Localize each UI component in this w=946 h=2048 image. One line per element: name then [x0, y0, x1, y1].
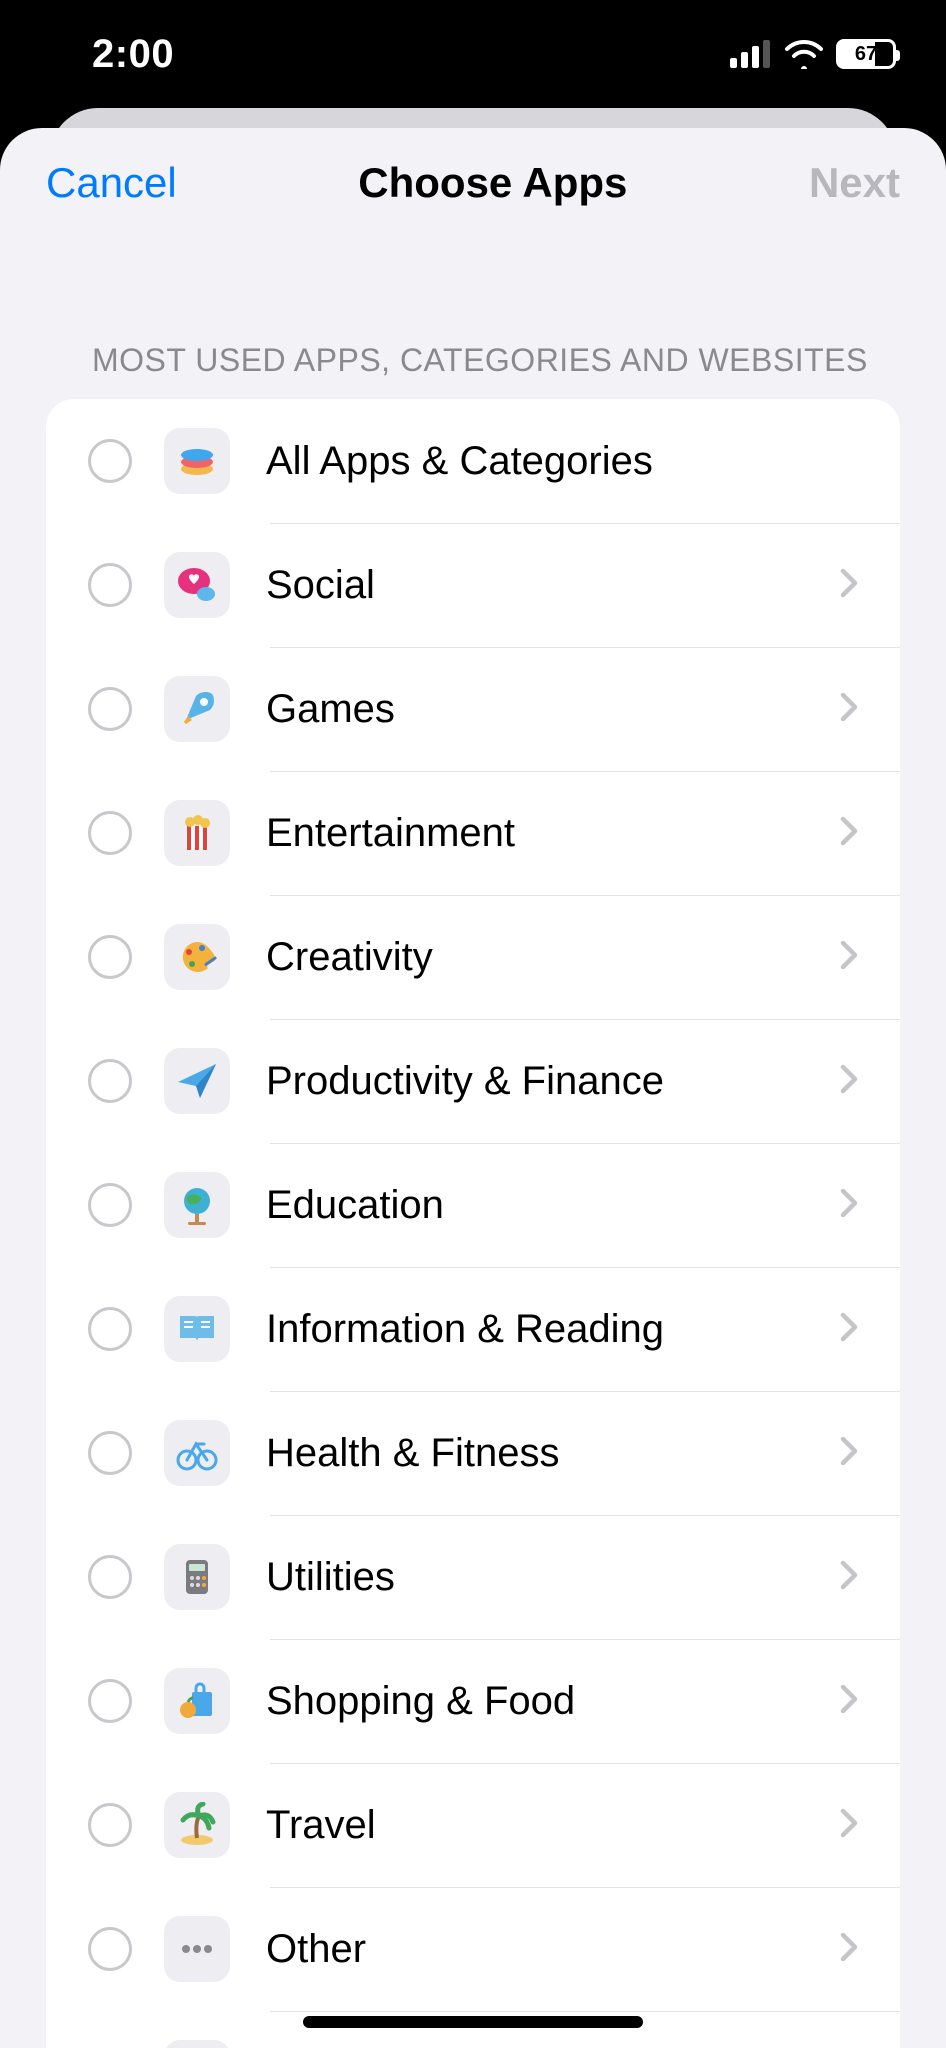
row-separator: [270, 1639, 900, 1640]
compass-icon: [164, 2040, 230, 2048]
category-row[interactable]: Productivity & Finance: [46, 1019, 900, 1143]
home-indicator[interactable]: [303, 2016, 643, 2028]
next-button[interactable]: Next: [809, 159, 900, 207]
stack-icon: [164, 428, 230, 494]
chat-heart-icon: [164, 552, 230, 618]
category-label: Information & Reading: [266, 1307, 840, 1352]
palette-icon: [164, 924, 230, 990]
select-radio[interactable]: [88, 1183, 132, 1227]
ellipsis-icon: [164, 1916, 230, 1982]
chevron-right-icon: [840, 1064, 858, 1099]
section-header: MOST USED APPS, CATEGORIES AND WEBSITES: [0, 238, 946, 399]
category-row[interactable]: Social: [46, 523, 900, 647]
category-label: Education: [266, 1183, 840, 1228]
modal-sheet: Cancel Choose Apps Next MOST USED APPS, …: [0, 128, 946, 2048]
nav-bar: Cancel Choose Apps Next: [0, 128, 946, 238]
category-label: Productivity & Finance: [266, 1059, 840, 1104]
wifi-icon: [784, 39, 824, 69]
row-separator: [270, 1019, 900, 1020]
status-right: 67: [730, 39, 896, 69]
chevron-right-icon: [840, 1684, 858, 1719]
category-label: Shopping & Food: [266, 1679, 840, 1724]
category-row[interactable]: All Apps & Categories: [46, 399, 900, 523]
row-separator: [270, 1515, 900, 1516]
category-row[interactable]: Games: [46, 647, 900, 771]
category-row[interactable]: Information & Reading: [46, 1267, 900, 1391]
category-list: All Apps & Categories Social Games Entertai…: [46, 399, 900, 2048]
book-icon: [164, 1296, 230, 1362]
chevron-right-icon: [840, 692, 858, 727]
category-row[interactable]: Other: [46, 1887, 900, 2011]
chevron-right-icon: [840, 1808, 858, 1843]
category-row[interactable]: Health & Fitness: [46, 1391, 900, 1515]
palm-icon: [164, 1792, 230, 1858]
category-label: Creativity: [266, 935, 840, 980]
select-radio[interactable]: [88, 687, 132, 731]
row-separator: [270, 2011, 900, 2012]
select-radio[interactable]: [88, 1431, 132, 1475]
chevron-right-icon: [840, 568, 858, 603]
row-separator: [270, 1267, 900, 1268]
chevron-right-icon: [840, 1188, 858, 1223]
chevron-right-icon: [840, 1312, 858, 1347]
row-separator: [270, 523, 900, 524]
row-separator: [270, 647, 900, 648]
chevron-right-icon: [840, 1932, 858, 1967]
row-separator: [270, 1763, 900, 1764]
chevron-right-icon: [840, 1560, 858, 1595]
status-bar: 2:00 67: [0, 0, 946, 108]
row-separator: [270, 1887, 900, 1888]
cellular-icon: [730, 40, 772, 68]
category-row[interactable]: Creativity: [46, 895, 900, 1019]
cancel-button[interactable]: Cancel: [46, 159, 177, 207]
bag-fruit-icon: [164, 1668, 230, 1734]
category-row[interactable]: Shopping & Food: [46, 1639, 900, 1763]
select-radio[interactable]: [88, 1307, 132, 1351]
category-row[interactable]: Travel: [46, 1763, 900, 1887]
select-radio[interactable]: [88, 1803, 132, 1847]
page-title: Choose Apps: [358, 159, 627, 207]
select-radio[interactable]: [88, 563, 132, 607]
chevron-right-icon: [840, 940, 858, 975]
category-label: Travel: [266, 1803, 840, 1848]
category-label: All Apps & Categories: [266, 439, 900, 484]
select-radio[interactable]: [88, 1927, 132, 1971]
select-radio[interactable]: [88, 1059, 132, 1103]
chevron-right-icon: [840, 816, 858, 851]
select-radio[interactable]: [88, 1679, 132, 1723]
category-label: Health & Fitness: [266, 1431, 840, 1476]
category-row[interactable]: Entertainment: [46, 771, 900, 895]
category-row[interactable]: Education: [46, 1143, 900, 1267]
rocket-icon: [164, 676, 230, 742]
category-label: Games: [266, 687, 840, 732]
category-label: Social: [266, 563, 840, 608]
row-separator: [270, 771, 900, 772]
row-separator: [270, 1391, 900, 1392]
select-radio[interactable]: [88, 935, 132, 979]
popcorn-icon: [164, 800, 230, 866]
globe-icon: [164, 1172, 230, 1238]
category-label: Utilities: [266, 1555, 840, 1600]
category-label: Entertainment: [266, 811, 840, 856]
calculator-icon: [164, 1544, 230, 1610]
paperplane-icon: [164, 1048, 230, 1114]
select-radio[interactable]: [88, 439, 132, 483]
category-row[interactable]: Utilities: [46, 1515, 900, 1639]
status-time: 2:00: [92, 32, 174, 77]
battery-icon: 67: [836, 39, 896, 69]
bicycle-icon: [164, 1420, 230, 1486]
select-radio[interactable]: [88, 811, 132, 855]
chevron-right-icon: [840, 1436, 858, 1471]
row-separator: [270, 1143, 900, 1144]
select-radio[interactable]: [88, 1555, 132, 1599]
category-label: Other: [266, 1927, 840, 1972]
row-separator: [270, 895, 900, 896]
